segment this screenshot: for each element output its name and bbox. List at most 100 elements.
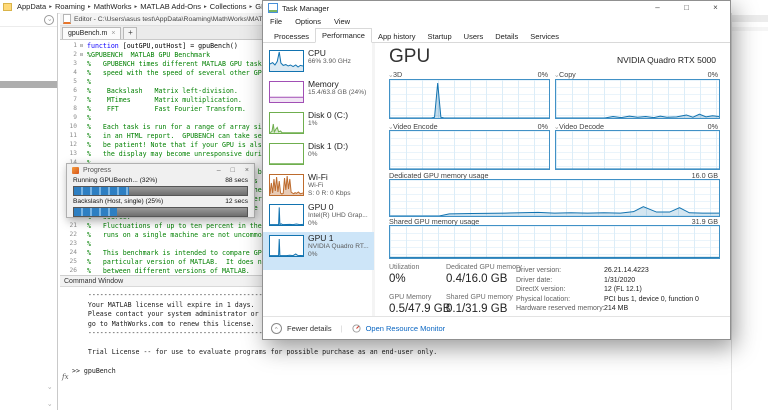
footer-divider: | xyxy=(341,324,343,333)
menu-file[interactable]: File xyxy=(270,17,282,26)
tab-users[interactable]: Users xyxy=(458,30,490,43)
task-manager-footer: › Fewer details | Open Resource Monitor xyxy=(263,316,730,339)
tab-processes[interactable]: Processes xyxy=(268,30,315,43)
sidebar-item-detail: 1% xyxy=(308,120,373,128)
fx-prompt-icon: fx xyxy=(62,373,69,381)
maximize-icon[interactable]: □ xyxy=(231,167,235,174)
editor-document-icon xyxy=(63,14,71,24)
matlab-left-panel: › › › xyxy=(0,13,58,410)
tab-performance[interactable]: Performance xyxy=(315,28,372,43)
sidebar-item-name: GPU 1 xyxy=(308,233,373,243)
driver-info-row: Driver date:1/31/2020 xyxy=(516,276,699,286)
sidebar-item-name: Disk 1 (D:) xyxy=(308,141,373,151)
progress-bar xyxy=(73,186,248,196)
progress-task-label: Backslash (Host, single) (25%)12 secs xyxy=(67,198,254,206)
sidebar-item-disk-0-c[interactable]: Disk 0 (C:)1% xyxy=(263,109,374,139)
tabbar: ProcessesPerformanceApp historyStartupUs… xyxy=(263,27,730,43)
minimize-button[interactable]: – xyxy=(643,1,672,15)
stat-shared-memory: Shared GPU memory 0.1/31.9 GB xyxy=(446,294,513,315)
dialog-title: Progress xyxy=(83,167,213,174)
chart-video-encode xyxy=(389,130,550,170)
breadcrumb-separator: ▸ xyxy=(49,4,52,10)
breadcrumb-item-matlab-add-ons[interactable]: MATLAB Add-Ons xyxy=(140,2,201,11)
chart-3d xyxy=(389,79,550,119)
mini-chart-memory xyxy=(269,81,304,103)
chart-header-copy[interactable]: ›Copy 0% xyxy=(555,70,718,79)
chart-header-3d[interactable]: ›3D 0% xyxy=(389,70,548,79)
dialog-titlebar[interactable]: Progress – □ × xyxy=(67,164,254,176)
sidebar-item-detail: 0% xyxy=(308,251,373,259)
sidebar-item-detail: 66% 3.90 GHz xyxy=(308,58,373,66)
progress-bar xyxy=(73,207,248,217)
chart-copy xyxy=(555,79,720,119)
close-tab-icon[interactable]: × xyxy=(111,30,115,37)
tab-services[interactable]: Services xyxy=(524,30,565,43)
new-tab-button[interactable]: + xyxy=(123,27,137,39)
chevron-down-icon: › xyxy=(553,75,559,77)
task-manager-icon xyxy=(268,3,278,13)
command-window-line: Trial License -- for use to evaluate pro… xyxy=(60,348,750,358)
command-window-line: >> gpuBench xyxy=(60,367,750,377)
open-resource-monitor-link[interactable]: Open Resource Monitor xyxy=(366,324,446,333)
sidebar-item-disk-1-d[interactable]: Disk 1 (D:)0% xyxy=(263,140,374,170)
menu-view[interactable]: View xyxy=(334,17,350,26)
sidebar-item-detail: 15.4/63.8 GB (24%) xyxy=(308,89,373,97)
scroll-down-icon[interactable]: › xyxy=(46,387,52,389)
gpu-device-name: NVIDIA Quadro RTX 5000 xyxy=(617,55,716,65)
workspace-panel xyxy=(731,13,768,410)
tab-startup[interactable]: Startup xyxy=(421,30,457,43)
sidebar-item-cpu[interactable]: CPU66% 3.90 GHz xyxy=(263,47,374,77)
chart-shared-memory xyxy=(389,225,720,259)
chevron-down-icon: › xyxy=(387,127,393,129)
breadcrumb-item-roaming[interactable]: Roaming xyxy=(55,2,85,11)
breadcrumb-item-appdata[interactable]: AppData xyxy=(17,2,46,11)
breadcrumb-separator: ▸ xyxy=(88,4,91,10)
maximize-button[interactable]: □ xyxy=(672,1,701,15)
editor-title: Editor - C:\Users\asus test\AppData\Roam… xyxy=(74,16,291,23)
breadcrumb-item-mathworks[interactable]: MathWorks xyxy=(94,2,132,11)
panel-menu-icon[interactable]: › xyxy=(44,15,54,25)
breadcrumb-item-collections[interactable]: Collections xyxy=(210,2,247,11)
tab-label: gpuBench.m xyxy=(68,30,107,37)
resource-monitor-icon xyxy=(352,324,361,333)
sidebar-item-memory[interactable]: Memory15.4/63.8 GB (24%) xyxy=(263,78,374,108)
tab-app-history[interactable]: App history xyxy=(372,30,422,43)
command-window-title: Command Window xyxy=(64,278,123,285)
sidebar-item-gpu-1[interactable]: GPU 1NVIDIA Quadro RT...0% xyxy=(263,232,374,270)
close-button[interactable]: × xyxy=(701,1,730,15)
sidebar-item-name: Wi-Fi xyxy=(308,172,373,182)
mini-chart-cpu xyxy=(269,50,304,72)
breadcrumb-separator: ▸ xyxy=(204,4,207,10)
mini-chart-gpu-1 xyxy=(269,235,304,257)
gpu-detail-panel: GPU NVIDIA Quadro RTX 5000 ›3D 0% ›Copy … xyxy=(376,43,730,316)
stat-dedicated-memory: Dedicated GPU memory 0.4/16.0 GB xyxy=(446,264,522,285)
folder-icon xyxy=(3,3,12,11)
chart-video-decode xyxy=(555,130,720,170)
sidebar-item-name: CPU xyxy=(308,48,373,58)
breadcrumb-separator: ▸ xyxy=(249,4,252,10)
selected-row[interactable] xyxy=(0,81,57,88)
panel-header: › xyxy=(0,13,57,27)
tab-gpubench-m[interactable]: gpuBench.m × xyxy=(62,27,121,39)
sidebar-item-gpu-0[interactable]: GPU 0Intel(R) UHD Grap...0% xyxy=(263,201,374,231)
fewer-details-icon[interactable]: › xyxy=(271,323,282,334)
menu-options[interactable]: Options xyxy=(295,17,321,26)
tab-details[interactable]: Details xyxy=(489,30,524,43)
gpu-title: GPU xyxy=(389,46,430,68)
task-manager-titlebar[interactable]: Task Manager – □ × xyxy=(263,1,730,15)
close-icon[interactable]: × xyxy=(245,167,249,174)
sidebar-item-detail: Intel(R) UHD Grap... xyxy=(308,212,373,220)
minimize-icon[interactable]: – xyxy=(217,167,221,174)
driver-info-row: Physical location:PCI bus 1, device 0, f… xyxy=(516,295,699,305)
sidebar-item-name: Disk 0 (C:) xyxy=(308,110,373,120)
sidebar-item-detail: NVIDIA Quadro RT... xyxy=(308,243,373,251)
scroll-down-icon[interactable]: › xyxy=(46,404,52,406)
progress-task-label: Running GPUBench... (32%)88 secs xyxy=(67,177,254,185)
sidebar-item-wi-fi[interactable]: Wi-FiWi-FiS: 0 R: 0 Kbps xyxy=(263,171,374,200)
driver-info-row: Driver version:26.21.14.4223 xyxy=(516,266,699,276)
command-window-line xyxy=(60,358,750,368)
stat-gpu-memory: GPU Memory 0.5/47.9 GB xyxy=(389,294,450,315)
menubar: File Options View xyxy=(263,15,730,27)
fewer-details-button[interactable]: Fewer details xyxy=(287,324,332,333)
sidebar-item-detail: S: 0 R: 0 Kbps xyxy=(308,190,373,198)
